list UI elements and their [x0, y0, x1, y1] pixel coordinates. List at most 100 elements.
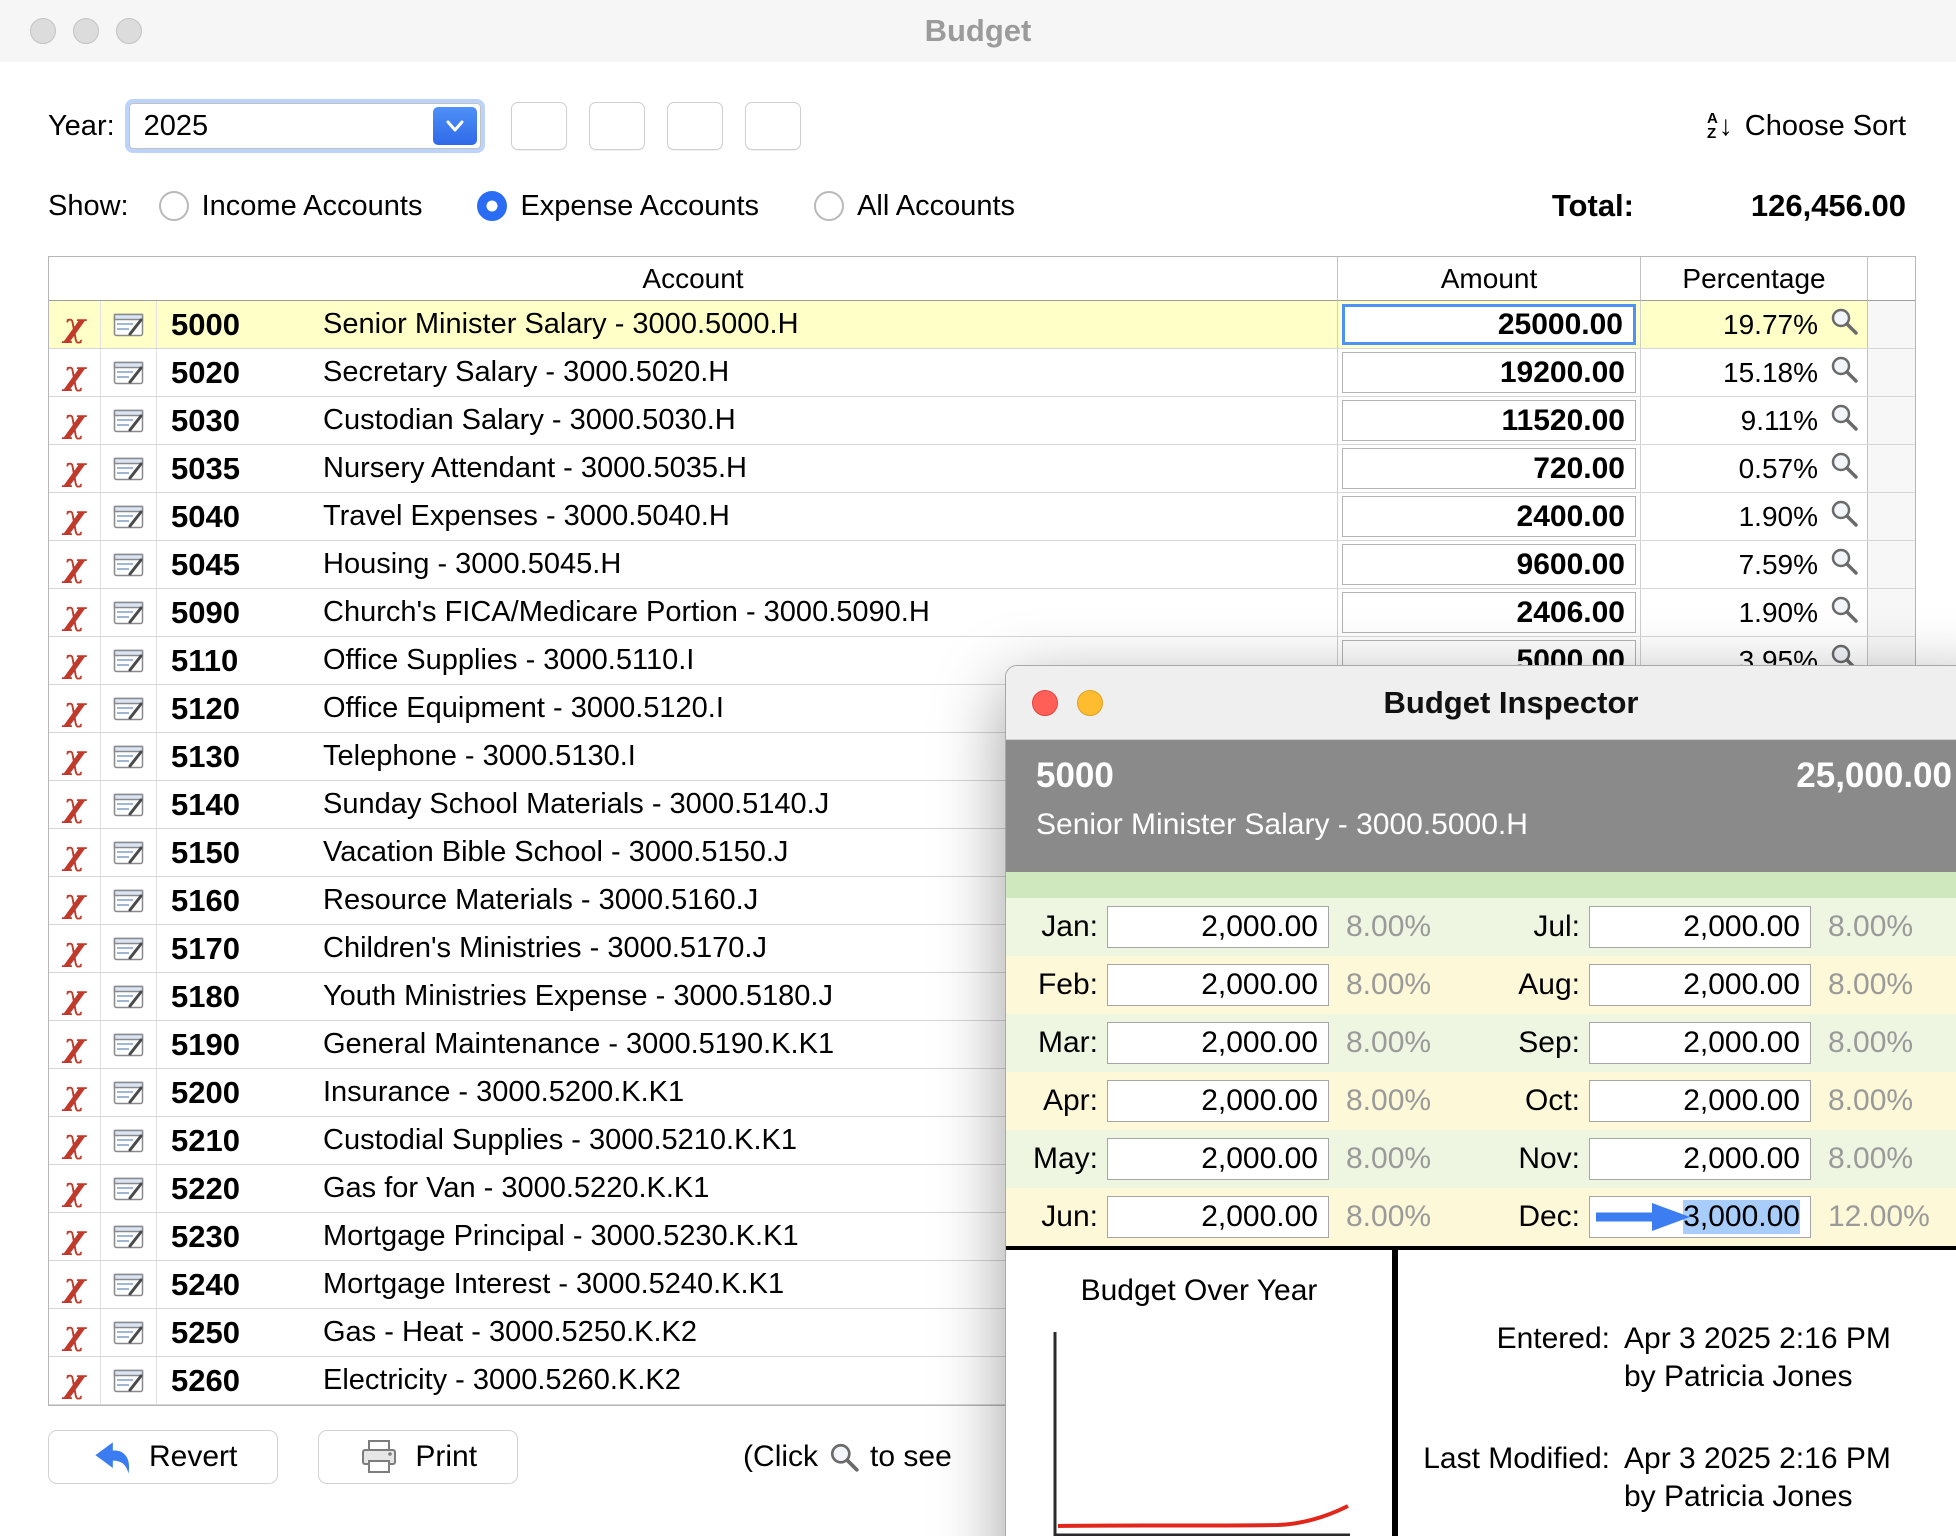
delete-row-button[interactable]: χ — [49, 1261, 101, 1308]
row-magnifier-button[interactable] — [1829, 306, 1859, 343]
month-amount-input[interactable]: 3,000.00 — [1589, 1196, 1811, 1238]
revert-button[interactable]: Revert — [48, 1430, 278, 1484]
delete-row-button[interactable]: χ — [49, 685, 101, 732]
month-amount-input[interactable]: 2,000.00 — [1589, 906, 1811, 948]
edit-row-button[interactable] — [101, 973, 157, 1020]
window-controls[interactable] — [30, 18, 142, 44]
month-amount-input[interactable]: 2,000.00 — [1107, 906, 1329, 948]
delete-row-button[interactable]: χ — [49, 301, 101, 348]
edit-row-button[interactable] — [101, 685, 157, 732]
month-amount-input[interactable]: 2,000.00 — [1107, 964, 1329, 1006]
year-dropdown[interactable]: 2025 — [129, 103, 481, 149]
scrollbar-track[interactable] — [1867, 397, 1915, 444]
scrollbar-track[interactable] — [1867, 589, 1915, 636]
edit-row-button[interactable] — [101, 541, 157, 588]
edit-row-button[interactable] — [101, 1165, 157, 1212]
edit-row-button[interactable] — [101, 877, 157, 924]
month-amount-input[interactable]: 2,000.00 — [1589, 964, 1811, 1006]
edit-row-button[interactable] — [101, 637, 157, 684]
delete-row-button[interactable]: χ — [49, 1021, 101, 1068]
edit-row-button[interactable] — [101, 1117, 157, 1164]
minimize-button[interactable] — [1077, 690, 1103, 716]
print-button[interactable]: Print — [318, 1430, 518, 1484]
zoom-button[interactable] — [116, 18, 142, 44]
edit-row-button[interactable] — [101, 493, 157, 540]
row-magnifier-button[interactable] — [1829, 594, 1859, 631]
edit-row-button[interactable] — [101, 301, 157, 348]
amount-input[interactable]: 25000.00 — [1342, 304, 1636, 345]
month-amount-input[interactable]: 2,000.00 — [1589, 1138, 1811, 1180]
delete-row-button[interactable]: χ — [49, 877, 101, 924]
scrollbar-track[interactable] — [1867, 301, 1915, 348]
edit-row-button[interactable] — [101, 1309, 157, 1356]
edit-row-button[interactable] — [101, 1261, 157, 1308]
edit-row-button[interactable] — [101, 829, 157, 876]
edit-row-button[interactable] — [101, 1069, 157, 1116]
scrollbar-top[interactable] — [1867, 257, 1915, 301]
toolbar-button[interactable] — [589, 102, 645, 150]
toolbar-button[interactable] — [667, 102, 723, 150]
delete-row-button[interactable]: χ — [49, 541, 101, 588]
row-magnifier-button[interactable] — [1829, 354, 1859, 391]
delete-row-button[interactable]: χ — [49, 1117, 101, 1164]
delete-row-button[interactable]: χ — [49, 829, 101, 876]
row-magnifier-button[interactable] — [1829, 450, 1859, 487]
edit-row-button[interactable] — [101, 781, 157, 828]
edit-row-button[interactable] — [101, 1213, 157, 1260]
close-button[interactable] — [30, 18, 56, 44]
delete-row-button[interactable]: χ — [49, 589, 101, 636]
toolbar-button[interactable] — [745, 102, 801, 150]
month-amount-input[interactable]: 2,000.00 — [1589, 1022, 1811, 1064]
close-button[interactable] — [1032, 690, 1058, 716]
delete-row-button[interactable]: χ — [49, 1309, 101, 1356]
edit-row-button[interactable] — [101, 397, 157, 444]
delete-row-button[interactable]: χ — [49, 781, 101, 828]
delete-row-button[interactable]: χ — [49, 925, 101, 972]
delete-row-button[interactable]: χ — [49, 973, 101, 1020]
delete-row-button[interactable]: χ — [49, 637, 101, 684]
month-amount-input[interactable]: 2,000.00 — [1107, 1080, 1329, 1122]
scrollbar-track[interactable] — [1867, 445, 1915, 492]
delete-row-button[interactable]: χ — [49, 1069, 101, 1116]
amount-input[interactable]: 11520.00 — [1342, 400, 1636, 441]
amount-input[interactable]: 9600.00 — [1342, 544, 1636, 585]
month-amount-input[interactable]: 2,000.00 — [1107, 1138, 1329, 1180]
minimize-button[interactable] — [73, 18, 99, 44]
choose-sort-button[interactable]: AZ ↓ Choose Sort — [1707, 110, 1906, 143]
delete-row-button[interactable]: χ — [49, 1213, 101, 1260]
edit-row-button[interactable] — [101, 445, 157, 492]
row-magnifier-button[interactable] — [1829, 498, 1859, 535]
show-radio-option[interactable]: Expense Accounts — [477, 190, 759, 223]
inspector-window-controls[interactable] — [1032, 690, 1103, 716]
scrollbar-track[interactable] — [1867, 493, 1915, 540]
year-dropdown-button[interactable] — [433, 107, 477, 145]
amount-input[interactable]: 2400.00 — [1342, 496, 1636, 537]
amount-input[interactable]: 2406.00 — [1342, 592, 1636, 633]
row-magnifier-button[interactable] — [1829, 546, 1859, 583]
delete-row-button[interactable]: χ — [49, 445, 101, 492]
row-magnifier-button[interactable] — [1829, 402, 1859, 439]
toolbar-button[interactable] — [511, 102, 567, 150]
show-radio-option[interactable]: Income Accounts — [159, 190, 423, 223]
month-amount-input[interactable]: 2,000.00 — [1107, 1022, 1329, 1064]
delete-row-button[interactable]: χ — [49, 349, 101, 396]
edit-row-button[interactable] — [101, 1357, 157, 1404]
delete-row-button[interactable]: χ — [49, 1357, 101, 1404]
scrollbar-track[interactable] — [1867, 541, 1915, 588]
edit-row-button[interactable] — [101, 349, 157, 396]
amount-input[interactable]: 19200.00 — [1342, 352, 1636, 393]
radio-label: Income Accounts — [202, 190, 423, 223]
delete-row-button[interactable]: χ — [49, 397, 101, 444]
month-amount-input[interactable]: 2,000.00 — [1107, 1196, 1329, 1238]
amount-input[interactable]: 720.00 — [1342, 448, 1636, 489]
delete-row-button[interactable]: χ — [49, 1165, 101, 1212]
edit-row-button[interactable] — [101, 733, 157, 780]
scrollbar-track[interactable] — [1867, 349, 1915, 396]
show-radio-option[interactable]: All Accounts — [814, 190, 1015, 223]
delete-row-button[interactable]: χ — [49, 733, 101, 780]
month-amount-input[interactable]: 2,000.00 — [1589, 1080, 1811, 1122]
edit-row-button[interactable] — [101, 1021, 157, 1068]
edit-row-button[interactable] — [101, 589, 157, 636]
edit-row-button[interactable] — [101, 925, 157, 972]
delete-row-button[interactable]: χ — [49, 493, 101, 540]
